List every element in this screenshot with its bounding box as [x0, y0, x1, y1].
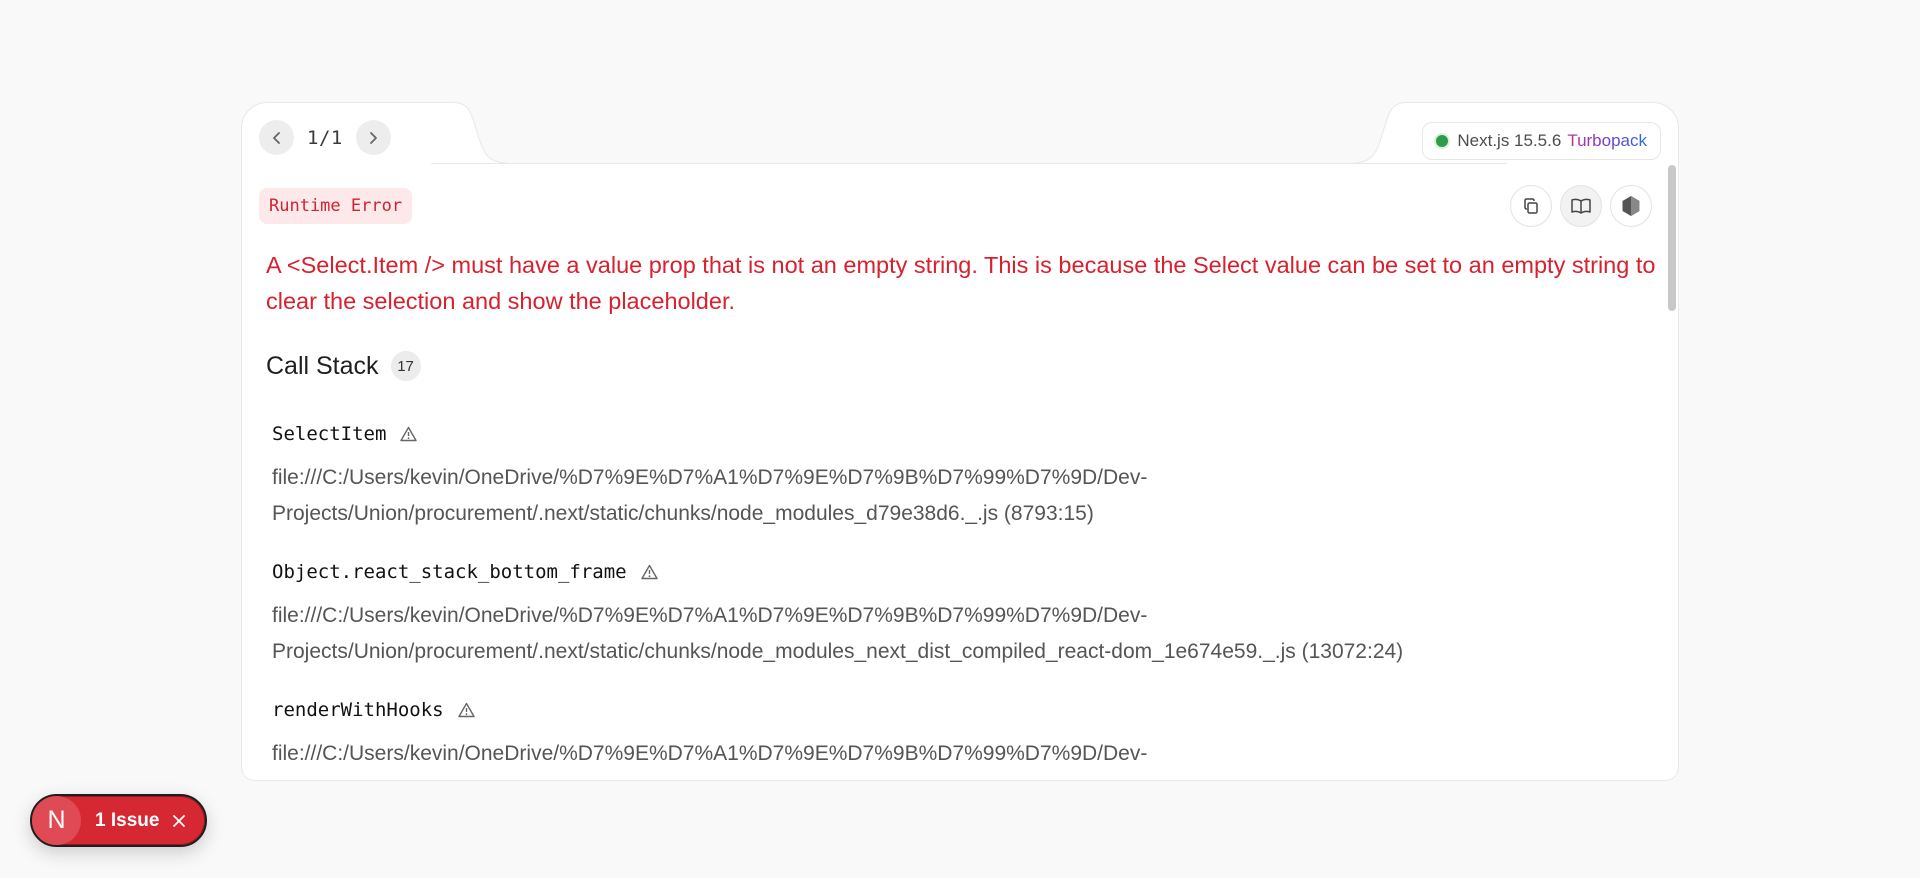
frame-function-name: Object.react_stack_bottom_frame: [272, 558, 1652, 586]
warning-icon: [457, 702, 475, 718]
copy-error-button[interactable]: [1510, 185, 1552, 227]
docs-book-icon: [1571, 198, 1591, 214]
stack-frame[interactable]: renderWithHooks file:///C:/Users/kevin/O…: [272, 696, 1652, 780]
error-panel: Runtime Error A <Select.Item /> must hav…: [241, 163, 1679, 781]
chevron-right-icon: [370, 131, 378, 144]
call-stack-count: 17: [390, 351, 421, 381]
error-overlay-dialog: 1/1 Next.js 15.5.6 Turbopack Runtime Err…: [241, 102, 1679, 781]
frame-name-text: renderWithHooks: [272, 699, 444, 721]
issues-toast[interactable]: N 1 Issue: [30, 794, 207, 847]
frame-file-path[interactable]: file:///C:/Users/kevin/OneDrive/%D7%9E%D…: [272, 736, 1652, 780]
scrollbar-thumb[interactable]: [1668, 165, 1676, 311]
frame-file-path[interactable]: file:///C:/Users/kevin/OneDrive/%D7%9E%D…: [272, 598, 1652, 670]
stack-frame[interactable]: Object.react_stack_bottom_frame file:///…: [272, 558, 1652, 670]
frame-name-text: SelectItem: [272, 423, 387, 445]
node-inspector-button[interactable]: [1610, 185, 1652, 227]
copy-icon: [1524, 198, 1538, 214]
tab-divider: [431, 163, 1507, 164]
nextjs-logo-icon: N: [32, 796, 81, 845]
page-count: 1/1: [307, 126, 343, 149]
scrollbar[interactable]: [1664, 163, 1678, 780]
docs-button[interactable]: [1560, 185, 1602, 227]
tab-curve-right: [1353, 102, 1413, 164]
tab-curve-left: [447, 102, 507, 164]
frame-function-name: renderWithHooks: [272, 696, 1652, 724]
previous-error-button[interactable]: [259, 120, 294, 155]
error-message: A <Select.Item /> must have a value prop…: [266, 252, 1656, 314]
logo-letter: N: [47, 806, 66, 834]
frame-name-text: Object.react_stack_bottom_frame: [272, 561, 627, 583]
nextjs-version: Next.js 15.5.6: [1457, 131, 1562, 150]
status-dot-icon: [1436, 135, 1449, 147]
version-badge[interactable]: Next.js 15.5.6 Turbopack: [1422, 122, 1661, 160]
error-actions: [1510, 185, 1652, 227]
chevron-left-icon: [272, 131, 280, 144]
stack-frame[interactable]: SelectItem file:///C:/Users/kevin/OneDri…: [272, 420, 1652, 532]
call-stack-header: Call Stack 17: [266, 351, 421, 381]
warning-icon: [640, 564, 658, 580]
next-error-button[interactable]: [355, 120, 391, 155]
frame-function-name: SelectItem: [272, 420, 1652, 448]
error-pager: 1/1: [259, 120, 391, 155]
close-icon[interactable]: [171, 813, 187, 829]
dialog-tab-bar: 1/1 Next.js 15.5.6 Turbopack: [241, 102, 1679, 164]
error-type-badge: Runtime Error: [259, 188, 413, 224]
issue-count-label[interactable]: 1 Issue: [95, 810, 159, 832]
frame-file-path[interactable]: file:///C:/Users/kevin/OneDrive/%D7%9E%D…: [272, 460, 1652, 532]
bundler-label: Turbopack: [1567, 131, 1647, 150]
warning-icon: [400, 426, 418, 442]
node-hexagon-icon: [1622, 196, 1640, 216]
call-stack-title: Call Stack: [266, 351, 379, 380]
